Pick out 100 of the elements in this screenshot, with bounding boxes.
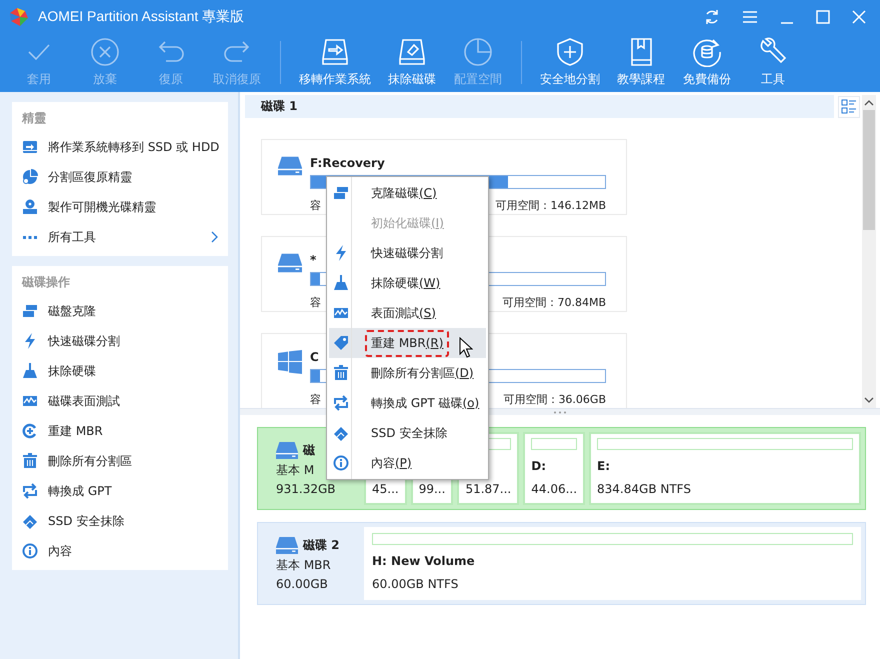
drive-icon [276, 536, 298, 554]
capacity-label: 容 [310, 392, 321, 407]
eraser-icon [22, 513, 38, 529]
sidebar-item[interactable]: 分割區復原精靈 [22, 162, 228, 192]
more-icon [23, 236, 37, 238]
lightning-icon [333, 245, 349, 261]
refresh-icon[interactable] [704, 8, 720, 24]
capacity-label: 容 [310, 198, 321, 213]
mouse-pointer-icon [459, 337, 473, 358]
convert-icon [333, 395, 349, 411]
sidebar-item[interactable]: 抹除硬碟 [22, 356, 228, 386]
partition-size: 99... [418, 482, 446, 496]
surface-test-icon [22, 393, 38, 409]
rebuild-icon [22, 423, 38, 439]
section-title: 磁碟操作 [22, 274, 71, 291]
scroll-up-icon[interactable] [864, 99, 874, 107]
disk-size: 60.00GB [276, 576, 328, 590]
disk-name: 磁 [303, 442, 315, 458]
menu-item[interactable]: 刪除所有分割區(D) [329, 358, 486, 388]
trash-icon [22, 453, 38, 469]
partition-label: H: New Volume [372, 554, 476, 568]
splitter-grip-icon[interactable] [553, 410, 567, 414]
sidebar-item[interactable]: 磁盤克隆 [22, 296, 228, 326]
menu-item[interactable]: 抹除硬碟(W) [329, 268, 486, 298]
partition-size: 45... [372, 482, 399, 496]
partition-block[interactable]: D: 44.06... [523, 432, 586, 505]
sidebar-item[interactable]: 刪除所有分割區 [22, 446, 228, 476]
drive-arrow-icon [320, 37, 350, 67]
clone-icon [22, 303, 38, 319]
sidebar-item[interactable]: 快速磁碟分割 [22, 326, 228, 356]
clone-icon [333, 185, 349, 201]
disk-title: 磁碟 1 [261, 98, 298, 115]
partition-size: 51.87... [465, 482, 512, 496]
menu-icon[interactable] [742, 10, 758, 24]
surface-test-icon [333, 305, 349, 321]
windows-logo-icon [278, 350, 302, 374]
trash-icon [333, 365, 349, 381]
sidebar-item[interactable]: 製作可開機光碟精靈 [22, 192, 228, 222]
partition-label: D: [531, 459, 547, 473]
free-space-label: 可用空間：146.12MB [495, 198, 606, 213]
eraser-icon [333, 425, 349, 441]
free-space-label: 可用空間：70.84MB [502, 295, 606, 310]
pie-chart-icon [463, 37, 493, 67]
toolbar-button[interactable]: 免費備份 [674, 33, 740, 92]
sidebar-item[interactable]: 重建 MBR [22, 416, 228, 446]
disk-row[interactable]: 磁碟 2 基本 MBR 60.00GB H: New Volume 60.00GB NTFS [257, 522, 866, 605]
sidebar-item[interactable]: SSD 安全抹除 [22, 506, 228, 536]
toolbar-button[interactable]: 抹除磁碟 [379, 33, 445, 92]
partition-size: 60.00GB NTFS [372, 577, 460, 591]
maximize-icon[interactable] [816, 10, 830, 24]
cancel-icon [90, 37, 120, 67]
partition-size: 834.84GB NTFS [597, 482, 692, 496]
database-icon [692, 37, 722, 67]
toolbar-button[interactable]: 工具 [740, 33, 806, 92]
toolbar-button[interactable]: 教學課程 [608, 33, 674, 92]
menu-item[interactable]: 表面測試(S) [329, 298, 486, 328]
drive-icon [278, 253, 302, 273]
disk-type: 基本 M [276, 462, 314, 478]
disk-name: 磁碟 2 [303, 536, 340, 554]
menu-item[interactable]: 快速磁碟分割 [329, 238, 486, 268]
app-logo-icon [8, 6, 30, 26]
drive-eraser-icon [397, 37, 427, 67]
tag-icon [333, 335, 349, 351]
sidebar-item[interactable]: 磁碟表面測試 [22, 386, 228, 416]
capacity-label: 容 [310, 295, 321, 310]
sidebar-item[interactable]: 將作業系統轉移到 SSD 或 HDD [22, 132, 228, 162]
pie-chart-icon [22, 169, 38, 185]
scrollbar[interactable] [862, 95, 876, 408]
drive-icon [278, 156, 302, 176]
info-icon [22, 543, 38, 559]
menu-item[interactable]: 克隆磁碟(C) [329, 178, 486, 208]
convert-icon [22, 483, 38, 499]
toolbar-button[interactable]: 安全地分割 [532, 33, 608, 92]
info-icon [333, 455, 349, 471]
scroll-down-icon[interactable] [864, 396, 874, 404]
sidebar-item[interactable]: 內容 [22, 536, 228, 566]
lightning-icon [22, 333, 38, 349]
section-title: 精靈 [22, 110, 47, 127]
toolbar-button[interactable]: 移轉作業系統 [291, 33, 379, 92]
window-title: AOMEI Partition Assistant 專業版 [38, 8, 244, 26]
disk-size: 931.32GB [276, 482, 336, 496]
shield-icon [555, 37, 585, 67]
menu-item[interactable]: 重建 MBR(R) [329, 328, 486, 358]
partition-block[interactable]: E: 834.84GB NTFS [589, 432, 861, 505]
sidebar-item[interactable]: 所有工具 [22, 222, 228, 252]
close-icon[interactable] [852, 10, 866, 24]
sidebar-item[interactable]: 轉換成 GPT [22, 476, 228, 506]
view-toggle-icon[interactable] [838, 96, 860, 118]
broom-icon [333, 275, 349, 291]
drive-icon [276, 442, 298, 458]
partition-block[interactable]: H: New Volume 60.00GB NTFS [364, 527, 861, 600]
partition-label: E: [597, 459, 612, 473]
disc-drive-icon [22, 199, 38, 215]
menu-item[interactable]: 內容(P) [329, 448, 486, 478]
partition-size: 44.06... [531, 482, 578, 496]
partition-name: C [310, 350, 320, 364]
broom-icon [22, 363, 38, 379]
partition-name: F:Recovery [310, 156, 386, 170]
free-space-label: 可用空間：36.06GB [503, 392, 606, 407]
disk-type: 基本 MBR [276, 556, 331, 574]
